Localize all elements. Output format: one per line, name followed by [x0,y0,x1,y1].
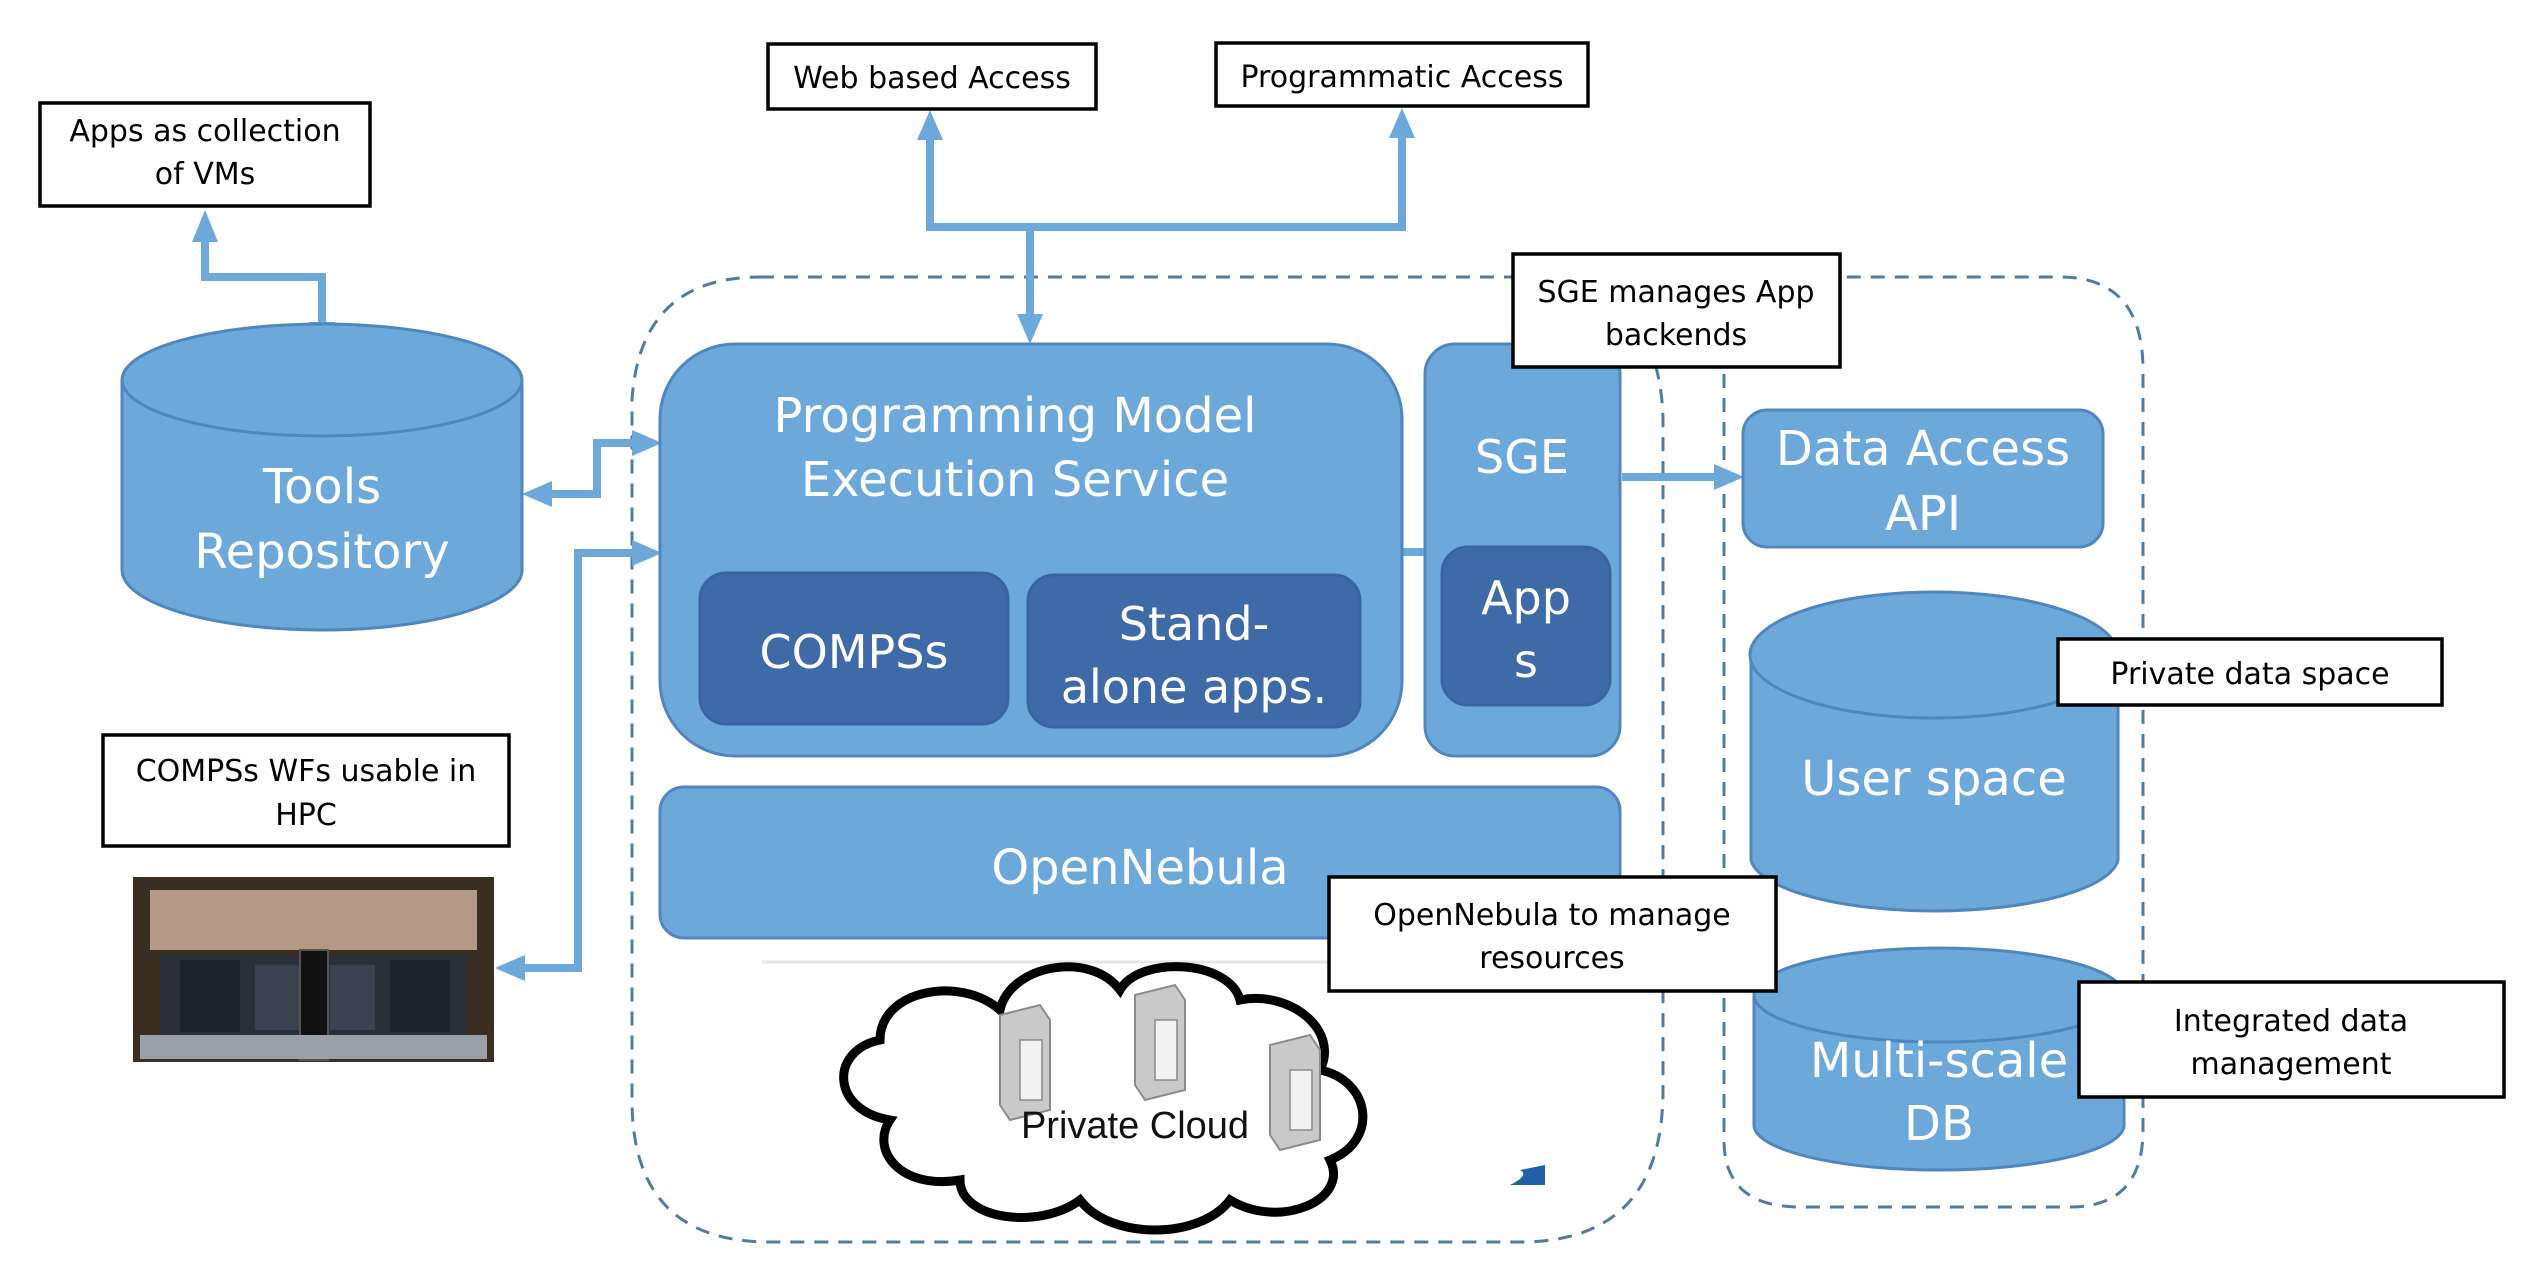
server-icon [1269,1033,1321,1152]
logo-fragment [1510,1165,1545,1185]
tools-repository-cylinder[interactable]: Tools Repository [120,322,524,632]
callout-apps-as-vms-line-1: Apps as collection [69,114,340,149]
callout-opennebula-manage-line-2: resources [1479,941,1624,976]
private-cloud-label: Private Cloud [1021,1105,1249,1147]
callout-sge-manages-line-1: SGE manages App [1537,275,1814,310]
hpc-supercomputer-image [133,877,494,1062]
opennebula-label: OpenNebula [991,840,1288,896]
pmes-label-2: Execution Service [801,452,1229,508]
callout-compss-hpc-line-2: HPC [275,798,337,833]
connector-sge-data-api [1622,464,1744,490]
connector-tools-pmes [522,430,662,507]
compss-label: COMPSs [760,625,949,679]
private-cloud-image: Private Cloud [762,960,1545,1235]
callout-compss-hpc-line-1: COMPSs WFs usable in [136,754,477,789]
data-access-api-box[interactable]: Data Access API [1741,408,2105,549]
tools-repository-label-1: Tools [262,459,381,515]
multiscale-db-cylinder[interactable]: Multi-scale DB [1752,946,2126,1172]
tools-repository-label-2: Repository [194,524,449,580]
callout-web-access: Web based Access [766,42,1098,111]
server-icon [999,1003,1051,1122]
callout-opennebula-manage: OpenNebula to manage resources [1327,875,1778,993]
standalone-apps-box[interactable]: Stand- alone apps. [1026,573,1362,729]
callout-compss-hpc: COMPSs WFs usable in HPC [101,733,511,848]
callout-integrated-data: Integrated data management [2077,980,2506,1099]
connector-hpc-pmes [495,540,662,981]
callout-sge-manages-line-2: backends [1605,318,1747,353]
callout-private-data-space: Private data space [2056,637,2444,707]
server-icon [1134,983,1186,1102]
connector-access-pmes [917,108,1415,344]
callout-apps-as-vms: Apps as collection of VMs [38,101,372,208]
standalone-label-2: alone apps. [1061,660,1327,714]
callout-integrated-data-line-2: management [2191,1047,2392,1082]
architecture-diagram: Tools Repository Programming Model Execu… [38,41,2506,1244]
callout-opennebula-manage-line-1: OpenNebula to manage [1373,898,1731,933]
callout-apps-as-vms-line-2: of VMs [155,157,256,192]
sge-label: SGE [1475,430,1569,484]
pmes-label-1: Programming Model [774,388,1257,444]
multiscale-db-label-2: DB [1904,1096,1974,1152]
callout-private-data-space-text: Private data space [2110,657,2389,692]
callout-web-access-text: Web based Access [793,61,1071,96]
standalone-label-1: Stand- [1119,597,1269,651]
data-access-api-label-2: API [1885,486,1961,542]
compss-box[interactable]: COMPSs [698,571,1010,726]
apps-label-1: App [1481,571,1571,625]
callout-programmatic-access-text: Programmatic Access [1240,60,1563,95]
callout-programmatic-access: Programmatic Access [1214,41,1590,108]
user-space-label: User space [1801,751,2066,807]
apps-label-2: s [1514,634,1538,688]
data-access-api-label-1: Data Access [1776,421,2070,477]
apps-box[interactable]: App s [1440,545,1612,707]
callout-integrated-data-line-1: Integrated data [2174,1004,2408,1039]
callout-sge-manages: SGE manages App backends [1511,252,1842,369]
multiscale-db-label-1: Multi-scale [1810,1033,2068,1089]
